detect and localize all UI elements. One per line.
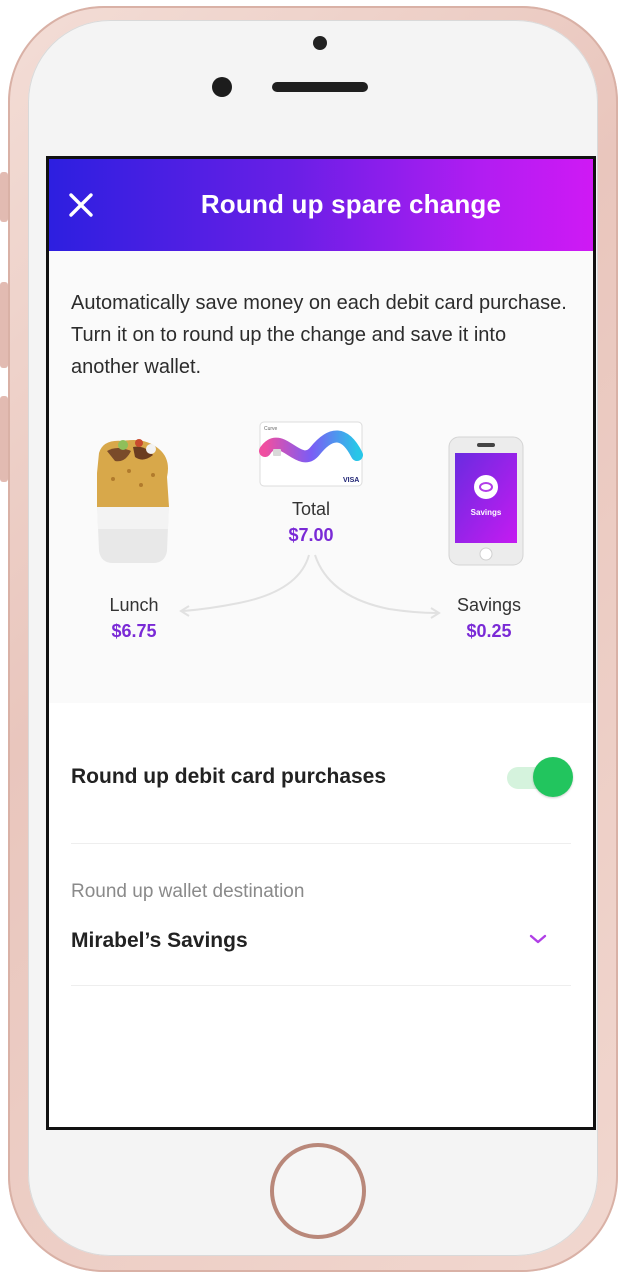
- destination-select[interactable]: Mirabel’s Savings: [71, 929, 248, 953]
- savings-label: Savings: [456, 595, 522, 615]
- phone-screen-label: Savings: [471, 508, 502, 517]
- total-label: Total: [291, 499, 331, 519]
- lunch-label: Lunch: [109, 595, 159, 615]
- card-brand-small: Curve: [264, 426, 278, 432]
- savings-value: $0.25: [466, 621, 512, 641]
- round-up-toggle-row: Round up debit card purchases: [71, 749, 573, 809]
- flow-arrows: [179, 554, 441, 619]
- header-bar: Round up spare change: [49, 159, 593, 251]
- app-screen: Round up spare change Automatically save…: [46, 156, 596, 1130]
- lunch-value: $6.75: [111, 621, 157, 641]
- earpiece-speaker: [272, 82, 368, 92]
- front-camera: [212, 77, 232, 97]
- page-title: Round up spare change: [200, 189, 502, 219]
- volume-down-button: [0, 396, 8, 482]
- divider: [71, 985, 571, 986]
- chevron-down-icon[interactable]: [527, 929, 549, 949]
- round-up-toggle-label: Round up debit card purchases: [71, 765, 387, 788]
- volume-up-button: [0, 282, 8, 368]
- intro-text: Automatically save money on each debit c…: [71, 292, 567, 378]
- destination-label: Round up wallet destination: [71, 881, 305, 902]
- round-up-toggle[interactable]: [503, 757, 573, 797]
- burrito-icon: [97, 439, 169, 563]
- mute-switch: [0, 172, 8, 222]
- savings-phone-icon: Savings: [448, 436, 524, 566]
- toggle-knob: [533, 757, 573, 797]
- card-visa-logo: VISA: [343, 477, 359, 484]
- home-button[interactable]: [270, 1143, 366, 1239]
- debit-card-icon: Curve VISA: [259, 421, 363, 487]
- close-icon[interactable]: [67, 191, 95, 219]
- proximity-sensor: [313, 36, 327, 50]
- divider: [71, 843, 571, 844]
- total-value: $7.00: [288, 525, 334, 545]
